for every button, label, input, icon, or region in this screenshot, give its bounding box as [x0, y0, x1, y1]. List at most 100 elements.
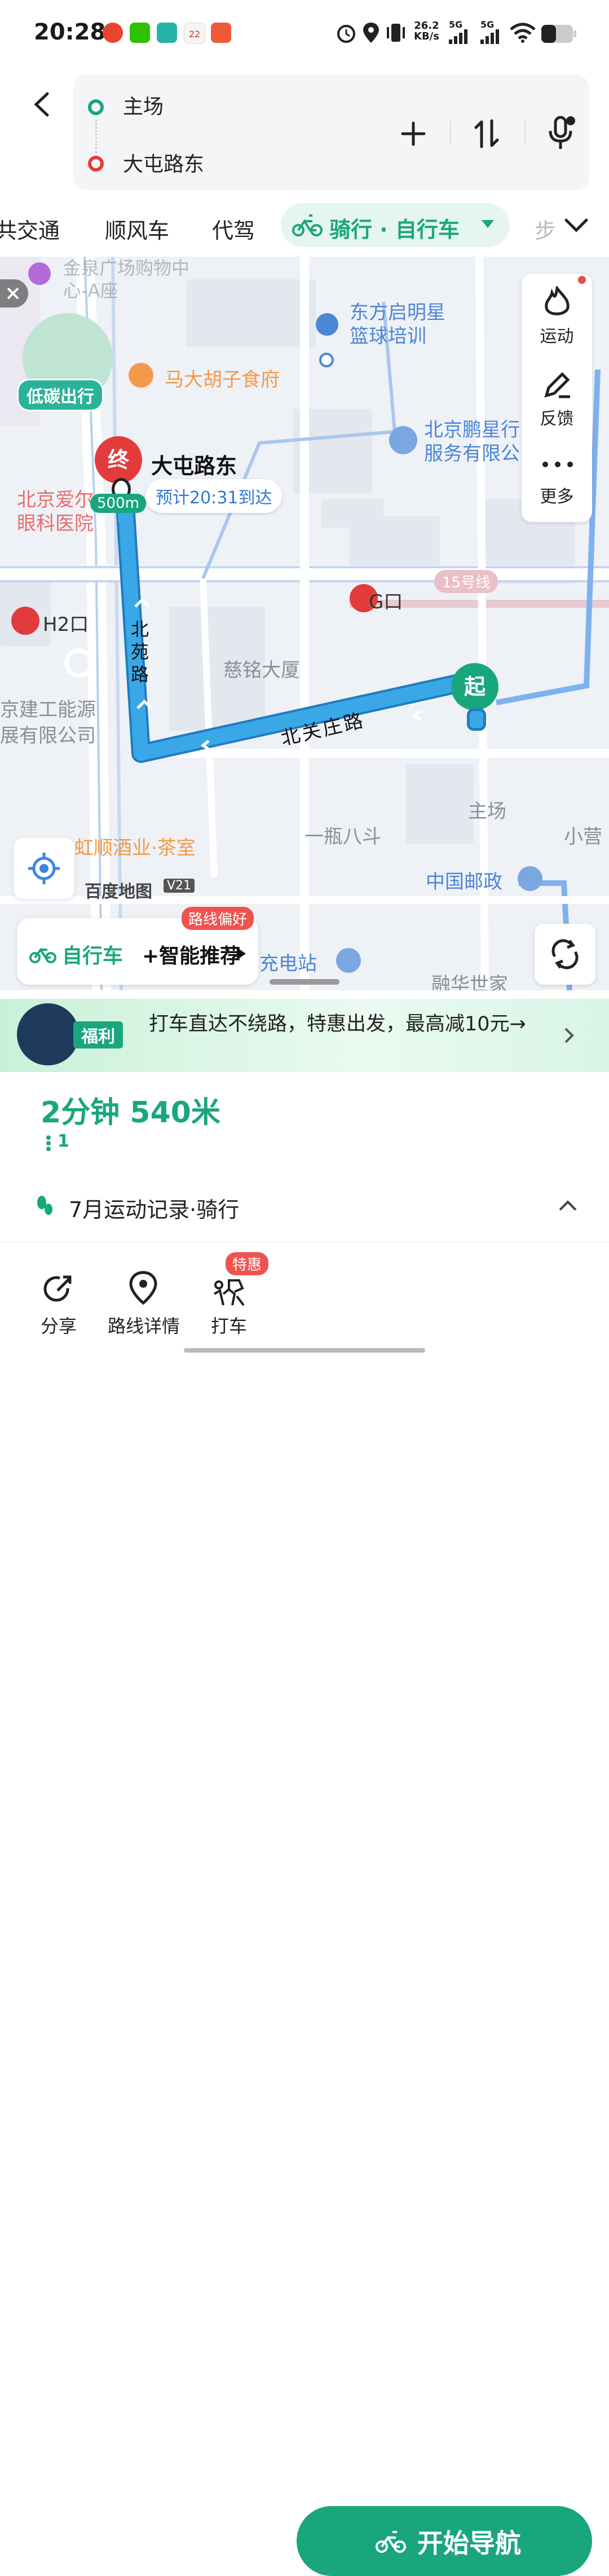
robot-mascot-icon [17, 1003, 79, 1065]
add-waypoint-icon[interactable] [400, 121, 426, 147]
map-view[interactable]: 金泉广场购物中心-A座 东方启明星篮球培训 马大胡子食府 北京鹏星行服务有限公 … [0, 257, 609, 990]
poi-label[interactable]: 东方启明星篮球培训 [350, 301, 462, 348]
wechat-icon [130, 23, 150, 43]
bottom-action-bar: 分享 路线详情 特惠 打车 开始导航 [0, 1241, 609, 2576]
start-navigation-button[interactable]: 开始导航 [297, 2506, 592, 2576]
locate-button[interactable] [14, 838, 74, 899]
voice-icon[interactable] [547, 115, 575, 151]
back-icon[interactable] [28, 90, 56, 119]
poi-label[interactable]: H2口 [43, 609, 89, 637]
route-summary-card[interactable]: 2分钟 540米 1 7月运动记录·骑行 [10, 1075, 599, 1244]
promo-banner[interactable]: 福利 打车直达不绕路，特惠出发，最高减10元→ [0, 999, 609, 1072]
origin-field[interactable]: 主场 [123, 90, 164, 120]
route-detail-label[interactable]: 路线详情 [102, 1312, 186, 1338]
origin-dot-icon [88, 99, 104, 115]
home-indicator[interactable] [184, 1348, 425, 1353]
notification-dot [578, 276, 586, 284]
tab-walk[interactable]: 步 [535, 213, 556, 244]
clock: 20:28 [34, 19, 106, 45]
route-pref-badge: 路线偏好 [182, 907, 254, 930]
footprint-icon [37, 1196, 52, 1215]
chevron-right-icon [564, 1028, 574, 1043]
tab-carpool[interactable]: 顺风车 [105, 213, 169, 244]
location-icon [363, 23, 379, 43]
close-badge-button[interactable] [0, 279, 28, 308]
destination-dot-icon [88, 156, 104, 172]
post-icon [518, 866, 542, 891]
calendar-icon: 22 [184, 23, 205, 44]
subway-line-label: 15号线 [434, 570, 498, 593]
poi-label[interactable]: 金泉广场购物中心-A座 [63, 257, 193, 302]
signal-icon [480, 29, 499, 44]
swap-icon[interactable] [473, 119, 501, 149]
poi-label[interactable]: 马大胡子食府 [165, 364, 280, 392]
share-label[interactable]: 分享 [30, 1312, 87, 1338]
poi-label[interactable]: 主场 [468, 796, 506, 823]
restaurant-icon [129, 363, 153, 388]
network-type-1: 5G [449, 19, 463, 30]
more-icon [542, 462, 573, 467]
poi-label[interactable]: 融华世家 [431, 969, 508, 990]
poi-label[interactable]: 充电站 [259, 948, 317, 976]
poi-label[interactable]: G口 [369, 586, 403, 614]
share-icon[interactable] [43, 1274, 74, 1305]
poi-label[interactable]: 一瓶八斗 [304, 821, 381, 849]
wifi-icon [510, 23, 536, 43]
duration-distance: 2分钟 540米 [41, 1096, 220, 1130]
tab-cycling[interactable]: 骑行 · 自行车 [281, 203, 510, 247]
flame-icon [545, 286, 570, 315]
signal-icon [449, 29, 467, 44]
vibrate-icon [387, 24, 405, 42]
welink-icon [157, 23, 177, 43]
traffic-light-icon [46, 1135, 51, 1151]
map-version: V21 [164, 879, 195, 893]
poi-label[interactable]: 慈铭大厦 [223, 655, 300, 682]
chevron-down-icon[interactable] [564, 217, 589, 234]
network-type-2: 5G [480, 19, 495, 30]
side-tools: 运动 反馈 更多 [522, 274, 592, 522]
poi-label[interactable]: 小营 [564, 821, 602, 849]
destination-label[interactable]: 大屯路东 [151, 449, 237, 480]
tab-designated-driver[interactable]: 代驾 [212, 213, 255, 244]
end-marker[interactable]: 终 [95, 436, 142, 484]
bicycle-icon [376, 2531, 406, 2553]
drag-handle[interactable] [270, 979, 339, 985]
status-bar: 20:28 22 26.2 KB/s 5G 5G [0, 0, 609, 68]
tab-public-transit[interactable]: 共交通 [0, 213, 60, 244]
more-button[interactable]: 更多 [522, 482, 592, 507]
poi-label[interactable]: 中国邮政 [426, 866, 502, 894]
battery-icon [541, 25, 576, 43]
pencil-icon [544, 372, 570, 398]
refresh-icon [551, 939, 579, 969]
promo-text: 打车直达不绕路，特惠出发，最高减10元→ [149, 1013, 526, 1035]
start-navigation-label: 开始导航 [417, 2528, 521, 2559]
chevron-up-icon[interactable] [558, 1199, 577, 1212]
low-carbon-badge[interactable]: 低碳出行 [17, 379, 104, 411]
taxi-badge: 特惠 [226, 1252, 269, 1275]
activity-record[interactable]: 7月运动记录·骑行 [69, 1192, 239, 1223]
start-marker[interactable]: 起 [451, 663, 498, 710]
subway-exit-icon [11, 607, 39, 635]
network-speed: 26.2 KB/s [414, 20, 439, 42]
refresh-button[interactable] [535, 924, 595, 985]
taxi-label[interactable]: 打车 [201, 1312, 257, 1338]
service-icon [389, 426, 417, 454]
app-notification-icon [211, 23, 231, 43]
poi-label[interactable]: 虹顺酒业·茶室 [74, 832, 196, 860]
route-detail-icon[interactable] [127, 1270, 159, 1306]
traffic-light-count: 1 [58, 1131, 69, 1151]
divider [524, 121, 526, 146]
close-icon [7, 287, 19, 300]
poi-label[interactable]: 京建工能源展有限公司 [0, 697, 113, 749]
map-logo: 百度地图 [85, 882, 152, 902]
sport-button[interactable]: 运动 [522, 322, 592, 347]
shopping-icon [28, 262, 51, 285]
route-pref-text: +智能推荐 [142, 945, 241, 968]
poi-label[interactable]: 北京鹏星行服务有限公 [424, 418, 520, 466]
route-connector [95, 120, 99, 153]
bicycle-icon [29, 947, 56, 963]
taxi-icon[interactable] [212, 1277, 246, 1307]
destination-field[interactable]: 大屯路东 [123, 148, 204, 177]
feedback-button[interactable]: 反馈 [522, 405, 592, 429]
welfare-badge: 福利 [73, 1021, 123, 1048]
